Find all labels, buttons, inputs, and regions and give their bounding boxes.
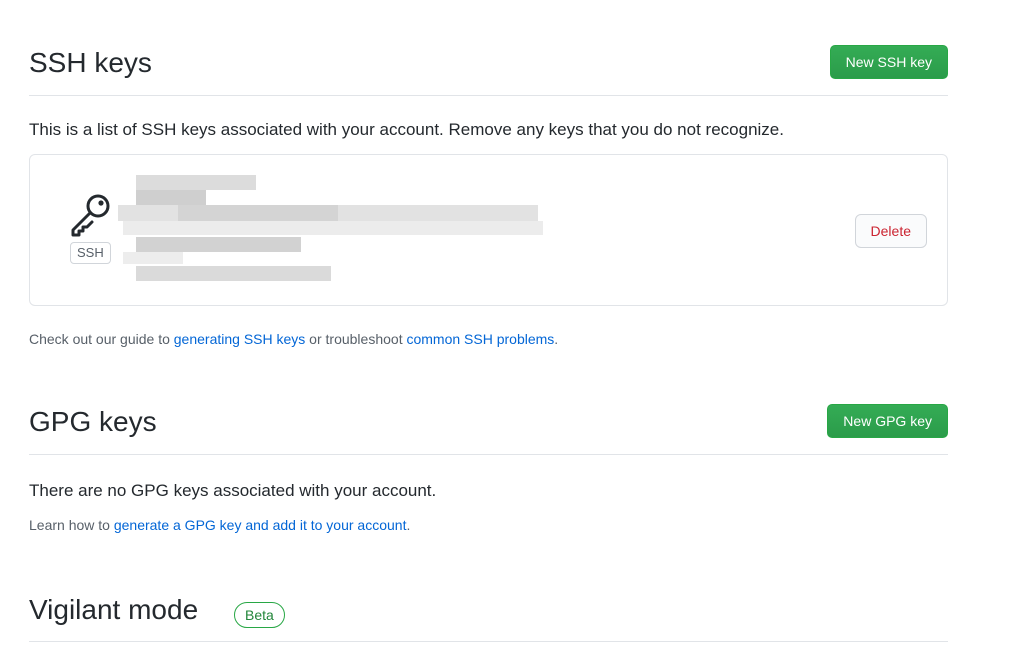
common-ssh-problems-link[interactable]: common SSH problems xyxy=(406,331,554,347)
beta-badge: Beta xyxy=(234,602,285,628)
new-gpg-key-button[interactable]: New GPG key xyxy=(827,404,948,438)
generating-ssh-keys-link[interactable]: generating SSH keys xyxy=(174,331,306,347)
gpg-help-prefix: Learn how to xyxy=(29,517,114,533)
gpg-keys-description: There are no GPG keys associated with yo… xyxy=(29,481,437,500)
gpg-keys-title: GPG keys xyxy=(29,406,157,437)
ssh-keys-description: This is a list of SSH keys associated wi… xyxy=(29,120,784,139)
ssh-help-text: Check out our guide to generating SSH ke… xyxy=(29,331,558,347)
ssh-keys-title: SSH keys xyxy=(29,47,152,78)
new-ssh-key-button[interactable]: New SSH key xyxy=(829,45,948,79)
ssh-keys-header: SSH keys New SSH key xyxy=(29,44,948,96)
ssh-key-list-item: SSH Delete xyxy=(29,154,948,306)
vigilant-mode-header: Vigilant mode Beta xyxy=(29,590,948,642)
generate-gpg-key-link[interactable]: generate a GPG key and add it to your ac… xyxy=(114,517,407,533)
vigilant-mode-title: Vigilant mode xyxy=(29,594,199,625)
gpg-keys-header: GPG keys New GPG key xyxy=(29,403,948,455)
gpg-help-text: Learn how to generate a GPG key and add … xyxy=(29,517,410,533)
gpg-help-suffix: . xyxy=(406,517,411,533)
delete-ssh-key-button[interactable]: Delete xyxy=(854,214,927,248)
settings-page: SSH keys New SSH key This is a list of S… xyxy=(0,0,1030,650)
ssh-help-prefix: Check out our guide to xyxy=(29,331,174,347)
ssh-type-label: SSH xyxy=(70,242,111,264)
key-icon xyxy=(71,194,110,237)
ssh-help-suffix: . xyxy=(554,331,559,347)
redacted-key-details xyxy=(118,173,548,283)
ssh-help-middle: or troubleshoot xyxy=(305,331,407,347)
